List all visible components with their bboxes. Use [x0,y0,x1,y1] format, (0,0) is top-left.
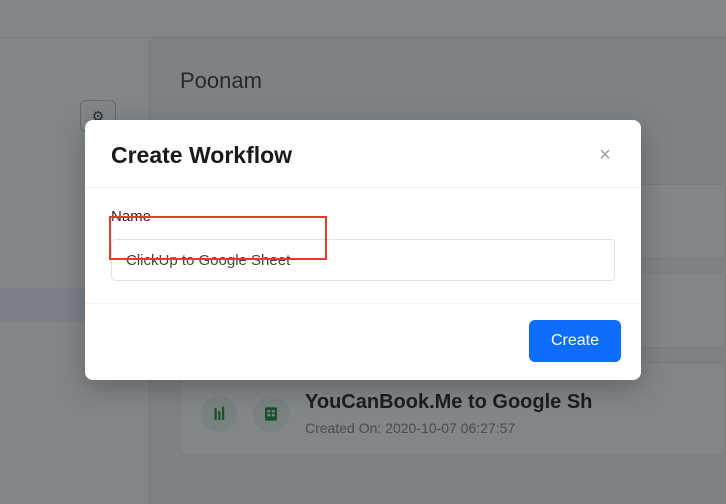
modal-title: Create Workflow [111,142,292,169]
close-icon: × [599,144,611,167]
name-label: Name [111,208,615,225]
modal-header: Create Workflow × [85,120,641,188]
create-button[interactable]: Create [529,320,621,362]
modal-body: Name [85,188,641,304]
workflow-name-input[interactable] [111,239,615,281]
create-workflow-modal: Create Workflow × Name Create [85,120,641,380]
modal-overlay: Create Workflow × Name Create [0,0,726,504]
modal-footer: Create [85,304,641,380]
close-button[interactable]: × [595,146,615,166]
